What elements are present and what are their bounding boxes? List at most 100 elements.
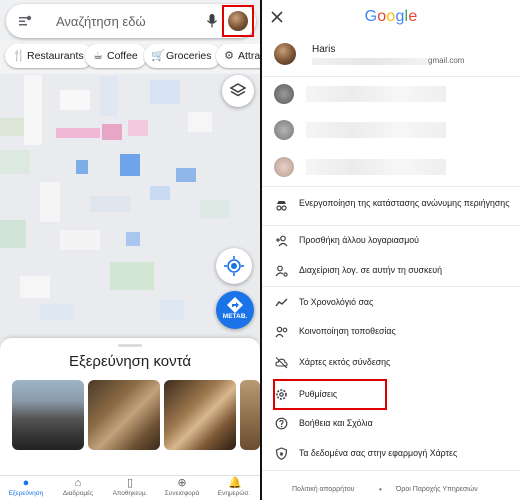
divider	[262, 186, 520, 187]
explore-title: Εξερεύνηση κοντά	[69, 353, 191, 370]
nav-label: Συνεισφορά	[164, 490, 200, 497]
menu-item-add-account[interactable]: Προσθήκη άλλου λογαριασμού	[262, 227, 520, 255]
menu-item-label: Τα δεδομένα σας στην εφαρμογή Χάρτες	[299, 448, 458, 458]
layers-button[interactable]	[222, 75, 254, 107]
crosshair-location-icon	[224, 256, 244, 276]
nav-explore[interactable]: ● Εξερεύνηση	[0, 476, 52, 500]
search-bar[interactable]: Αναζήτηση εδώ	[6, 4, 256, 38]
bookmark-icon: ▯	[126, 477, 134, 489]
incognito-icon	[276, 201, 287, 211]
chip-label: Restaurants	[27, 50, 84, 62]
bottom-navigation: ● Εξερεύνηση ⌂ Διαδρομές ▯ Αποθηκευμ. ⊕ …	[0, 475, 260, 500]
privacy-policy-link[interactable]: Πολιτική απορρήτου	[292, 486, 354, 493]
chip-attractions[interactable]: ⚙ Attrac	[216, 44, 260, 68]
divider	[262, 76, 520, 77]
nav-saved[interactable]: ▯ Αποθηκευμ.	[104, 476, 156, 500]
go-label: ΜΕΤΑΒ.	[222, 313, 248, 320]
other-account[interactable]	[262, 116, 520, 144]
terms-of-service-link[interactable]: Όροι Παροχής Υπηρεσιών	[396, 486, 478, 493]
manage-accounts-icon	[275, 265, 288, 277]
nav-contribute[interactable]: ⊕ Συνεισφορά	[156, 476, 208, 500]
offline-cloud-icon	[275, 357, 288, 369]
attraction-icon: ⚙	[224, 50, 234, 62]
shopping-cart-icon: 🛒	[151, 50, 165, 62]
nav-label: Αποθηκευμ.	[112, 490, 148, 497]
google-logo-text: Google	[364, 8, 418, 25]
avatar	[274, 43, 296, 65]
settings-highlight-annotation	[273, 379, 387, 410]
chip-restaurants[interactable]: 🍴 Restaurants	[5, 44, 93, 68]
microphone-icon[interactable]	[206, 13, 218, 29]
chip-coffee[interactable]: ☕ Coffee	[85, 44, 147, 68]
menu-item-manage-accounts[interactable]: Διαχείριση λογ. σε αυτήν τη συσκευή	[262, 257, 520, 285]
menu-item-incognito[interactable]: Ενεργοποίηση της κατάστασης ανώνυμης περ…	[262, 190, 520, 224]
menu-item-timeline[interactable]: Το Χρονολόγιό σας	[262, 289, 520, 317]
account-menu-panel: Google Haris gmail.com Ενεργοποίηση της …	[262, 0, 520, 500]
bell-icon: 🔔	[228, 477, 242, 489]
layers-icon	[229, 83, 247, 97]
my-location-button[interactable]	[216, 248, 252, 284]
directions-arrow-icon	[227, 297, 243, 313]
screenshot-root: Αναζήτηση εδώ 🍴 Restaurants ☕ Coffee 🛒 G…	[0, 0, 520, 500]
maps-home-panel: Αναζήτηση εδώ 🍴 Restaurants ☕ Coffee 🛒 G…	[0, 0, 260, 500]
other-account[interactable]	[262, 153, 520, 181]
explore-card-thumbnail[interactable]	[88, 380, 160, 450]
avatar	[274, 120, 294, 140]
divider	[262, 286, 520, 287]
category-chips: 🍴 Restaurants ☕ Coffee 🛒 Groceries ⚙ Att…	[0, 44, 260, 70]
menu-item-label: Το Χρονολόγιό σας	[299, 297, 374, 307]
menu-item-your-data[interactable]: Τα δεδομένα σας στην εφαρμογή Χάρτες	[262, 440, 520, 468]
account-name: Haris	[312, 44, 336, 55]
coffee-cup-icon: ☕	[93, 50, 103, 62]
chip-groceries[interactable]: 🛒 Groceries	[144, 44, 221, 68]
explore-card-thumbnail[interactable]	[164, 380, 236, 450]
sheet-drag-handle[interactable]	[118, 344, 142, 347]
avatar	[274, 157, 294, 177]
divider	[262, 470, 520, 471]
avatar	[274, 84, 294, 104]
data-shield-icon	[275, 447, 288, 460]
menu-item-label: Διαχείριση λογ. σε αυτήν τη συσκευή	[299, 265, 442, 275]
menu-item-label: Προσθήκη άλλου λογαριασμού	[299, 235, 419, 245]
plus-circle-icon: ⊕	[177, 477, 187, 489]
google-logo: Google	[262, 8, 520, 26]
menu-item-label: Ενεργοποίηση της κατάστασης ανώνυμης περ…	[299, 198, 510, 208]
menu-item-label: Κοινοποίηση τοποθεσίας	[299, 326, 396, 336]
menu-item-label: Χάρτες εκτός σύνδεσης	[299, 357, 391, 367]
timeline-icon	[275, 298, 288, 307]
divider	[262, 225, 520, 226]
directions-go-button[interactable]: ΜΕΤΑΒ.	[216, 291, 254, 329]
search-input[interactable]: Αναζήτηση εδώ	[56, 14, 146, 29]
footer-links: Πολιτική απορρήτου • Όροι Παροχής Υπηρεσ…	[262, 480, 520, 500]
account-avatar-button[interactable]	[222, 5, 254, 37]
nav-label: Διαδρομές	[62, 490, 94, 497]
location-pin-icon: ●	[22, 477, 30, 489]
fork-knife-icon: 🍴	[12, 50, 26, 62]
menu-item-share-location[interactable]: Κοινοποίηση τοποθεσίας	[262, 318, 520, 346]
nav-label: Ενημερώσ.	[217, 490, 251, 497]
nav-updates[interactable]: 🔔 Ενημερώσ.	[208, 476, 260, 500]
menu-item-offline-maps[interactable]: Χάρτες εκτός σύνδεσης	[262, 349, 520, 377]
chip-label: Groceries	[166, 50, 212, 62]
other-account[interactable]	[262, 80, 520, 108]
explore-card-thumbnail[interactable]	[240, 380, 260, 450]
maps-menu-icon[interactable]	[18, 14, 32, 28]
menu-item-help[interactable]: Βοήθεια και Σχόλια	[262, 410, 520, 438]
footer-separator: •	[379, 485, 382, 494]
account-redacted	[306, 122, 446, 138]
account-redacted	[306, 159, 446, 175]
menu-item-label: Βοήθεια και Σχόλια	[299, 418, 373, 428]
account-email-suffix: gmail.com	[428, 56, 465, 65]
add-person-icon	[276, 235, 288, 247]
share-location-icon	[275, 326, 288, 338]
account-redacted	[306, 86, 446, 102]
chip-label: Attrac	[238, 50, 260, 62]
explore-card-thumbnail[interactable]	[12, 380, 84, 450]
commute-icon: ⌂	[74, 477, 82, 489]
nav-commute[interactable]: ⌂ Διαδρομές	[52, 476, 104, 500]
current-account[interactable]: Haris gmail.com	[262, 38, 520, 74]
help-icon	[275, 417, 288, 430]
nav-label: Εξερεύνηση	[8, 490, 44, 497]
explore-nearby-sheet[interactable]: Εξερεύνηση κοντά	[0, 338, 260, 475]
email-redacted	[312, 58, 428, 65]
